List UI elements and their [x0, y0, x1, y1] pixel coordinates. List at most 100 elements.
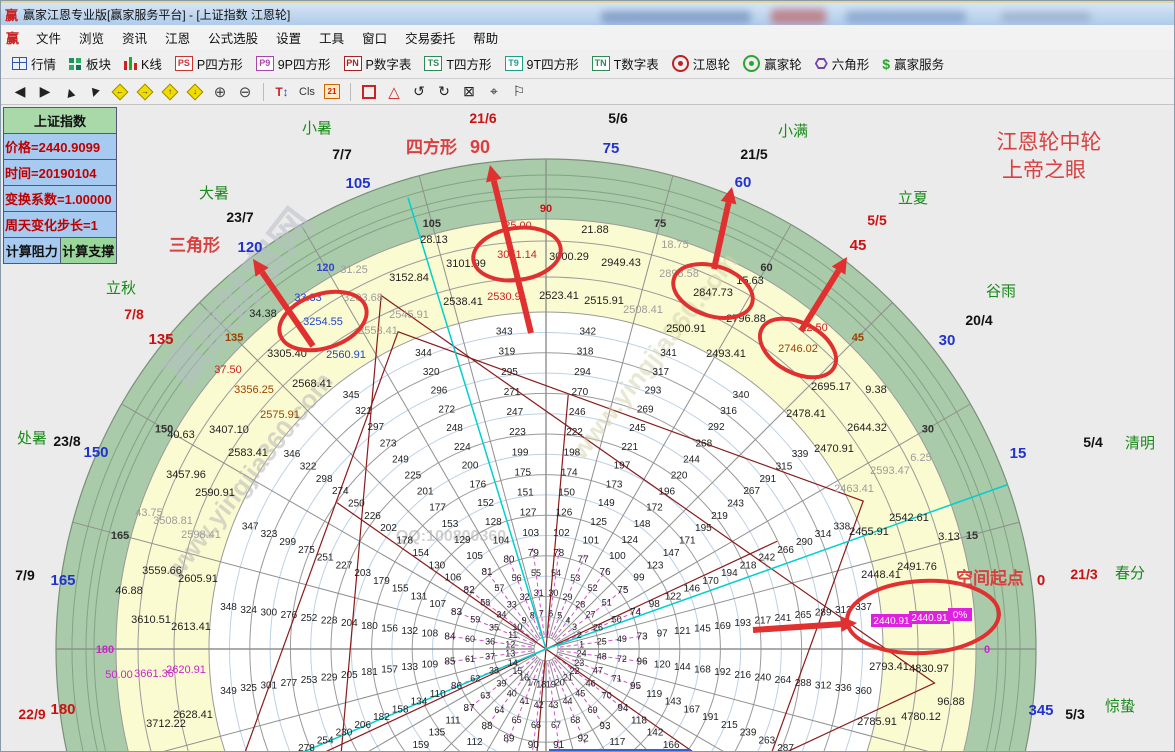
svg-text:320: 320	[423, 367, 440, 378]
toolbar-button-江恩轮[interactable]: 江恩轮	[667, 51, 739, 76]
diamond-right-icon[interactable]: →	[134, 82, 156, 102]
nav-toolbar: ◀▶▲▼←→↑↓⊕⊖ T↕Cls21 △↺↻⊠⌖⚐	[1, 79, 1175, 105]
next-icon[interactable]: ▶	[34, 82, 56, 102]
svg-text:247: 247	[506, 407, 523, 418]
svg-text:135: 135	[429, 728, 446, 739]
svg-text:131: 131	[411, 591, 428, 602]
menu-item-0[interactable]: 文件	[27, 25, 70, 50]
updown-axis-icon[interactable]: T↕	[271, 82, 293, 102]
prev-icon[interactable]: ◀	[9, 82, 31, 102]
TN-icon: TN	[592, 56, 610, 71]
up-pointer-icon[interactable]: ▲	[59, 82, 81, 102]
svg-text:344: 344	[415, 348, 432, 359]
svg-text:135: 135	[148, 331, 173, 348]
calc-resistance-button[interactable]: 计算阻力	[4, 238, 61, 263]
svg-text:2440.91: 2440.91	[911, 613, 948, 624]
svg-text:44: 44	[563, 696, 573, 706]
menu-item-7[interactable]: 窗口	[353, 25, 396, 50]
svg-text:3559.66: 3559.66	[142, 565, 182, 577]
svg-text:40: 40	[507, 689, 517, 699]
svg-text:147: 147	[663, 548, 680, 559]
center-target-icon[interactable]: ⌖	[483, 82, 505, 102]
svg-text:84: 84	[444, 631, 456, 642]
toolbar-button-T四方形[interactable]: TST四方形	[419, 51, 499, 76]
svg-text:29: 29	[563, 592, 573, 602]
toolbar-button-9P四方形[interactable]: P99P四方形	[251, 51, 339, 76]
svg-text:201: 201	[417, 487, 434, 498]
svg-text:297: 297	[367, 422, 384, 433]
toolbar-button-P四方形[interactable]: PSP四方形	[170, 51, 251, 76]
menu-item-9[interactable]: 帮助	[464, 25, 507, 50]
svg-text:3.13: 3.13	[938, 531, 959, 543]
toolbar-button-赢家服务[interactable]: $赢家服务	[877, 51, 952, 76]
svg-text:32: 32	[519, 592, 529, 602]
toolbar-button-P数字表[interactable]: PNP数字表	[339, 51, 420, 76]
svg-text:2746.02: 2746.02	[778, 343, 818, 355]
svg-text:146: 146	[683, 584, 700, 595]
boxed-x-icon[interactable]: ⊠	[458, 82, 480, 102]
svg-text:193: 193	[734, 618, 751, 629]
svg-text:3152.84: 3152.84	[389, 272, 429, 284]
index-info-panel: 上证指数 价格=2440.9099 时间=20190104 变换系数=1.000…	[3, 107, 117, 264]
gann-wheel-canvas[interactable]: QQ:100800360www.yingjia360.comwww.yingji…	[1, 105, 1175, 752]
toolbar-button-9T四方形[interactable]: T99T四方形	[500, 51, 587, 76]
svg-text:159: 159	[412, 740, 429, 751]
menu-item-3[interactable]: 江恩	[156, 25, 199, 50]
svg-text:82: 82	[464, 585, 476, 596]
diamond-up-icon[interactable]: ↑	[159, 82, 181, 102]
calc-support-button[interactable]: 计算支撑	[61, 238, 117, 263]
svg-text:251: 251	[317, 553, 334, 564]
menu-item-1[interactable]: 浏览	[70, 25, 113, 50]
svg-text:342: 342	[579, 327, 596, 338]
diamond-down-icon[interactable]: ↓	[184, 82, 206, 102]
svg-text:31: 31	[534, 588, 544, 598]
toolbar-button-六角形[interactable]: 六角形	[810, 51, 878, 76]
rotate-cw-icon[interactable]: ↻	[433, 82, 455, 102]
toolbar-label: 行情	[31, 54, 56, 73]
svg-text:179: 179	[373, 576, 390, 587]
gann-wheel-icon	[672, 55, 689, 72]
svg-text:301: 301	[260, 680, 277, 691]
menu-item-2[interactable]: 资讯	[113, 25, 156, 50]
cls-button[interactable]: Cls	[296, 82, 318, 102]
svg-text:21.88: 21.88	[581, 224, 609, 236]
flag-icon[interactable]: ⚐	[508, 82, 530, 102]
toolbar-button-赢家轮[interactable]: 赢家轮	[738, 51, 810, 76]
svg-text:132: 132	[401, 626, 418, 637]
svg-text:92: 92	[578, 734, 590, 745]
svg-text:65: 65	[512, 715, 522, 725]
svg-text:103: 103	[522, 528, 539, 539]
svg-text:36: 36	[485, 637, 495, 647]
rotate-ccw-icon[interactable]: ↺	[408, 82, 430, 102]
svg-text:317: 317	[652, 367, 669, 378]
svg-text:248: 248	[446, 423, 463, 434]
menu-item-6[interactable]: 工具	[310, 25, 353, 50]
svg-text:小暑: 小暑	[302, 120, 332, 137]
toolbar-button-K线[interactable]: K线	[119, 51, 170, 76]
square-tool-icon[interactable]	[358, 82, 380, 102]
svg-text:226: 226	[364, 511, 381, 522]
down-pointer-icon[interactable]: ▼	[84, 82, 106, 102]
diamond-left-icon[interactable]: ←	[109, 82, 131, 102]
svg-text:294: 294	[574, 367, 591, 378]
svg-text:江恩轮中轮: 江恩轮中轮	[997, 131, 1102, 154]
toolbar-button-板块[interactable]: 板块	[64, 51, 119, 76]
menu-item-8[interactable]: 交易委托	[396, 25, 464, 50]
toolbar-label: P四方形	[197, 54, 243, 73]
svg-text:30: 30	[922, 424, 934, 436]
svg-text:296: 296	[431, 386, 448, 397]
calendar-icon[interactable]: 21	[321, 82, 343, 102]
svg-text:205: 205	[341, 670, 358, 681]
svg-text:5/6: 5/6	[608, 110, 628, 126]
svg-text:2508.41: 2508.41	[623, 304, 663, 316]
menu-item-5[interactable]: 设置	[267, 25, 310, 50]
toolbar-button-行情[interactable]: 行情	[7, 51, 64, 76]
svg-text:66: 66	[531, 720, 541, 730]
zoom-in-icon[interactable]: ⊕	[209, 82, 231, 102]
svg-text:2491.76: 2491.76	[897, 561, 937, 573]
svg-text:7: 7	[539, 608, 544, 618]
triangle-tool-icon[interactable]: △	[383, 82, 405, 102]
toolbar-button-T数字表[interactable]: TNT数字表	[587, 51, 667, 76]
menu-item-4[interactable]: 公式选股	[199, 25, 267, 50]
zoom-out-icon[interactable]: ⊖	[234, 82, 256, 102]
